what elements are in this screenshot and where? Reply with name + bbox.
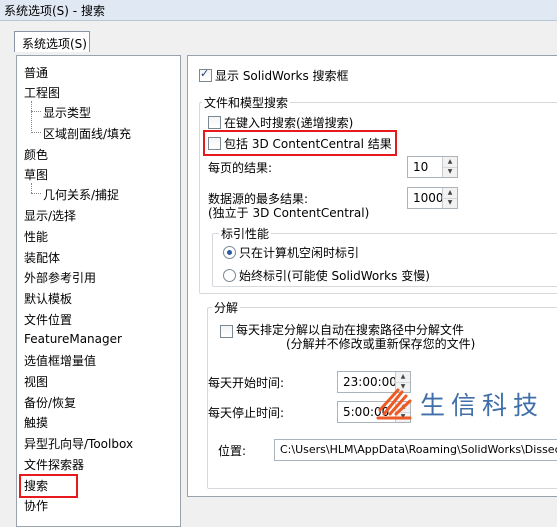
tab-label: 系统选项(S) — [22, 37, 87, 51]
tree-item-display-selection[interactable]: 显示/选择 — [24, 207, 76, 224]
tree-connector — [31, 101, 32, 133]
window-title: 系统选项(S) - 搜索 — [4, 4, 105, 18]
tree-item-display-style[interactable]: 显示类型 — [43, 104, 91, 121]
file-model-search-title: 文件和模型搜索 — [202, 94, 291, 111]
location-label: 位置: — [218, 444, 247, 458]
incremental-search-checkbox[interactable] — [208, 116, 221, 129]
show-search-box-checkbox[interactable] — [199, 67, 212, 82]
tree-connector — [31, 193, 41, 194]
tab-system-options[interactable]: 系统选项(S) — [14, 31, 90, 52]
tree-item-collaboration[interactable]: 协作 — [24, 497, 48, 514]
index-always-radio[interactable] — [223, 269, 236, 282]
results-per-page-value: 10 — [413, 160, 429, 174]
start-time-label: 每天开始时间: — [208, 376, 285, 390]
tree-item-file-locations[interactable]: 文件位置 — [24, 311, 72, 328]
results-per-page-label: 每页的结果: — [208, 161, 273, 175]
max-results-note: (独立于 3D ContentCentral) — [208, 206, 370, 220]
incremental-search-label: 在键入时搜索(递增搜索) — [224, 116, 354, 130]
max-results-value: 1000 — [413, 191, 444, 205]
tree-item-colors[interactable]: 颜色 — [24, 146, 48, 163]
tree-item-relations-snaps[interactable]: 几何关系/捕捉 — [43, 186, 119, 203]
spin-down-icon[interactable]: ▼ — [443, 167, 457, 177]
watermark-text: 生信科技 — [420, 391, 545, 420]
max-results-spinner[interactable]: 1000 ▲ ▼ — [407, 187, 458, 209]
tree-item-spin-box-increments[interactable]: 选值框增量值 — [24, 352, 96, 369]
index-always-label: 始终标引(可能使 SolidWorks 变慢) — [239, 269, 430, 283]
tree-item-featuremanager[interactable]: FeatureManager — [24, 332, 122, 346]
schedule-dissection-checkbox[interactable] — [220, 325, 233, 338]
spin-down-icon[interactable]: ▼ — [443, 198, 457, 208]
tree-item-sketch[interactable]: 草图 — [24, 166, 48, 183]
tree-connector — [31, 111, 41, 112]
tree-item-general[interactable]: 普通 — [24, 64, 48, 81]
watermark-logo-icon — [376, 388, 412, 420]
options-tree: 普通 工程图 显示类型 区域剖面线/填充 颜色 草图 几何关系/捕捉 显示/选择… — [16, 55, 181, 527]
tree-item-backup-recover[interactable]: 备份/恢复 — [24, 394, 76, 411]
location-path-field[interactable]: C:\Users\HLM\AppData\Roaming\SolidWorks\… — [274, 439, 557, 461]
dissection-title: 分解 — [212, 299, 241, 316]
tree-item-performance[interactable]: 性能 — [24, 228, 48, 245]
search-item-highlight — [19, 474, 78, 498]
tree-connector — [31, 132, 41, 133]
results-per-page-spinner[interactable]: 10 ▲ ▼ — [407, 156, 458, 178]
tree-item-default-templates[interactable]: 默认模板 — [24, 290, 72, 307]
tree-item-external-references[interactable]: 外部参考引用 — [24, 269, 96, 286]
index-idle-only-radio[interactable] — [223, 246, 236, 259]
window-title-bar: 系统选项(S) - 搜索 — [0, 0, 557, 21]
include-3dcc-highlight — [203, 130, 397, 156]
tree-item-drawings[interactable]: 工程图 — [24, 84, 60, 101]
index-idle-only-label: 只在计算机空闲时标引 — [239, 246, 360, 260]
tree-item-view[interactable]: 视图 — [24, 373, 48, 390]
show-search-box-label: 显示 SolidWorks 搜索框 — [215, 69, 349, 83]
location-path-value: C:\Users\HLM\AppData\Roaming\SolidWorks\… — [280, 443, 557, 456]
tree-item-hole-wizard-toolbox[interactable]: 异型孔向导/Toolbox — [24, 435, 133, 452]
index-performance-title: 标引性能 — [219, 225, 272, 242]
tree-item-touch[interactable]: 触摸 — [24, 414, 48, 431]
tree-item-file-explorer[interactable]: 文件探索器 — [24, 456, 84, 473]
watermark: 生信科技 — [372, 384, 557, 424]
stop-time-label: 每天停止时间: — [208, 406, 285, 420]
search-options-panel: 显示 SolidWorks 搜索框 文件和模型搜索 在键入时搜索(递增搜索) 包… — [187, 55, 557, 497]
tree-item-assemblies[interactable]: 装配体 — [24, 249, 60, 266]
tree-item-area-hatch[interactable]: 区域剖面线/填充 — [43, 125, 131, 142]
tree-connector — [31, 183, 32, 193]
schedule-dissection-note: (分解并不修改或重新保存您的文件) — [286, 337, 476, 351]
